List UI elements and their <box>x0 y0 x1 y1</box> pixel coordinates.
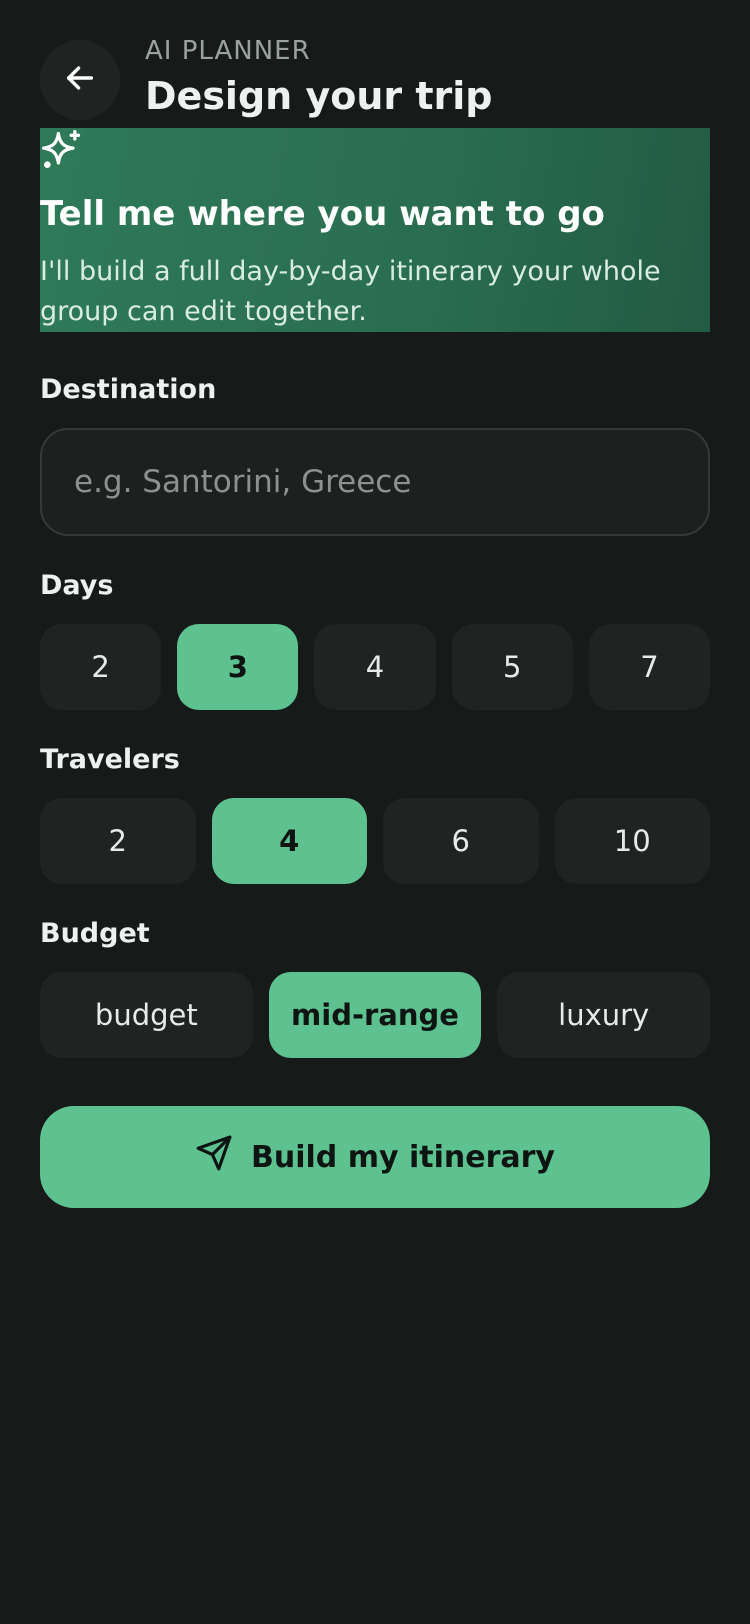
budget-options: budget mid-range luxury <box>40 972 711 1058</box>
budget-label: Budget <box>40 918 150 949</box>
send-icon <box>195 1134 233 1180</box>
travelers-label: Travelers <box>40 744 180 775</box>
days-option[interactable]: 4 <box>314 624 436 710</box>
travelers-option-selected[interactable]: 4 <box>211 798 367 884</box>
travelers-option[interactable]: 6 <box>383 798 539 884</box>
travelers-option[interactable]: 2 <box>40 798 196 884</box>
days-option[interactable]: 7 <box>588 624 711 710</box>
days-label: Days <box>40 570 114 601</box>
days-option-selected[interactable]: 3 <box>177 624 299 710</box>
sparkles-icon <box>40 128 84 176</box>
screen-eyebrow: AI PLANNER <box>145 36 311 66</box>
destination-input[interactable] <box>40 428 710 536</box>
build-itinerary-button[interactable]: Build my itinerary <box>40 1106 710 1208</box>
budget-option[interactable]: luxury <box>497 972 711 1058</box>
travelers-options: 2 4 6 10 <box>40 798 710 884</box>
page-title: Design your trip <box>145 74 493 118</box>
days-options: 2 3 4 5 7 <box>40 624 711 710</box>
budget-option[interactable]: budget <box>40 972 253 1058</box>
hero-description: I'll build a full day-by-day itinerary y… <box>40 256 661 327</box>
days-option[interactable]: 2 <box>40 624 162 710</box>
build-itinerary-label: Build my itinerary <box>251 1139 555 1175</box>
hero-card: Tell me where you want to go I'll build … <box>40 128 710 332</box>
arrow-left-icon <box>63 61 97 99</box>
days-option[interactable]: 5 <box>451 624 573 710</box>
back-button[interactable] <box>40 40 120 120</box>
destination-label: Destination <box>40 374 217 405</box>
hero-title: Tell me where you want to go <box>40 194 605 234</box>
trip-planner-screen: AI PLANNER Design your trip Tell me wher… <box>0 0 750 1624</box>
travelers-option[interactable]: 10 <box>554 798 710 884</box>
budget-option-selected[interactable]: mid-range <box>268 972 482 1058</box>
